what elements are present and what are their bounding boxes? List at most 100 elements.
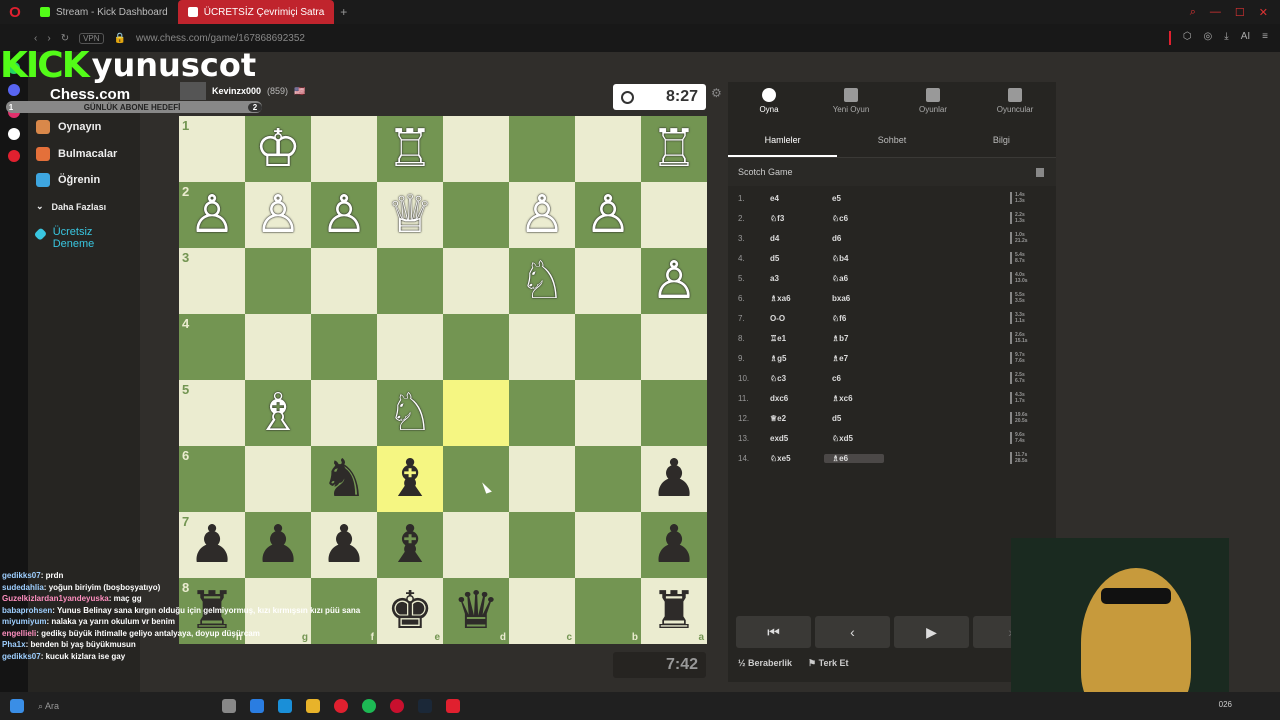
folder-icon[interactable] bbox=[306, 699, 320, 713]
board-square[interactable] bbox=[575, 380, 641, 446]
board-square[interactable] bbox=[377, 314, 443, 380]
recorder-icon[interactable] bbox=[446, 699, 460, 713]
white-move[interactable]: a3 bbox=[762, 274, 824, 283]
chess-piece[interactable]: ♟ bbox=[321, 519, 368, 571]
chat-username[interactable]: miyumiyum bbox=[2, 617, 46, 626]
chess-piece[interactable]: ♜ bbox=[651, 585, 698, 637]
opponent-name[interactable]: Kevinzx000 bbox=[212, 86, 261, 96]
chess-piece[interactable]: ♛ bbox=[453, 585, 500, 637]
sidebar-item-free-trial[interactable]: Ücretsiz Deneme bbox=[33, 226, 126, 250]
chess-piece[interactable]: ♟ bbox=[255, 519, 302, 571]
board-square[interactable]: ♟ bbox=[311, 512, 377, 578]
previous-move-button[interactable]: ‹ bbox=[815, 616, 890, 648]
black-move[interactable]: ♗e7 bbox=[824, 354, 884, 363]
chat-username[interactable]: Guzelkizlardan1yandeyuska bbox=[2, 594, 109, 603]
board-square[interactable]: ♘ bbox=[377, 380, 443, 446]
draw-button[interactable]: ½ Beraberlik bbox=[738, 658, 792, 669]
board-square[interactable]: ♖ bbox=[377, 116, 443, 182]
maximize-button[interactable]: ☐ bbox=[1235, 6, 1245, 19]
search-icon[interactable]: ⌕ bbox=[1190, 6, 1196, 19]
chess-piece[interactable]: ♕ bbox=[387, 189, 434, 241]
board-square[interactable] bbox=[443, 182, 509, 248]
url-field[interactable]: www.chess.com/game/167868692352 bbox=[136, 33, 305, 44]
board-square[interactable] bbox=[575, 314, 641, 380]
board-square[interactable] bbox=[509, 116, 575, 182]
close-button[interactable]: ✕ bbox=[1259, 6, 1268, 19]
board-square[interactable]: ♙ bbox=[509, 182, 575, 248]
board-square[interactable]: ♕ bbox=[377, 182, 443, 248]
board-square[interactable] bbox=[509, 314, 575, 380]
chess-piece[interactable]: ♞ bbox=[321, 453, 368, 505]
app-icon[interactable] bbox=[250, 699, 264, 713]
board-square[interactable] bbox=[443, 248, 509, 314]
chess-piece[interactable]: ♗ bbox=[255, 387, 302, 439]
black-move[interactable]: d5 bbox=[824, 414, 884, 423]
white-move[interactable]: exd5 bbox=[762, 434, 824, 443]
white-move[interactable]: dxc6 bbox=[762, 394, 824, 403]
white-move[interactable]: d4 bbox=[762, 234, 824, 243]
ai-button[interactable]: AI bbox=[1241, 31, 1250, 45]
chat-username[interactable]: engellieli bbox=[2, 629, 36, 638]
chat-username[interactable]: sudedahlia bbox=[2, 583, 44, 592]
white-move[interactable]: ♗xa6 bbox=[762, 294, 824, 303]
forward-icon[interactable]: › bbox=[47, 33, 50, 44]
tab-chess[interactable]: ÜCRETSİZ Çevrimiçi Satra bbox=[177, 0, 335, 24]
opera-logo-icon[interactable]: O bbox=[0, 4, 30, 21]
board-square[interactable] bbox=[245, 314, 311, 380]
sidebar-item-more[interactable]: ⌄ Daha Fazlası bbox=[36, 201, 106, 212]
board-square[interactable]: 2 ♙ bbox=[179, 182, 245, 248]
chat-username[interactable]: gedikks07 bbox=[2, 571, 41, 580]
board-square[interactable] bbox=[443, 446, 509, 512]
board-square[interactable]: ♙ bbox=[311, 182, 377, 248]
board-square[interactable] bbox=[509, 380, 575, 446]
board-square[interactable]: ♙ bbox=[641, 248, 707, 314]
chess-piece[interactable]: ♚ bbox=[387, 585, 434, 637]
board-square[interactable] bbox=[377, 248, 443, 314]
black-move[interactable]: ♘a6 bbox=[824, 274, 884, 283]
avatar[interactable] bbox=[180, 82, 206, 100]
play-button[interactable]: ▶ bbox=[894, 616, 969, 648]
white-move[interactable]: d5 bbox=[762, 254, 824, 263]
board-square[interactable]: ♝ bbox=[377, 512, 443, 578]
steam-icon[interactable] bbox=[418, 699, 432, 713]
tab-play[interactable]: Oyna bbox=[728, 82, 810, 122]
black-move[interactable]: ♗xc6 bbox=[824, 394, 884, 403]
board-square[interactable] bbox=[311, 248, 377, 314]
board-square[interactable]: ♞ bbox=[311, 446, 377, 512]
new-tab-button[interactable]: + bbox=[334, 5, 353, 19]
board-square[interactable] bbox=[509, 512, 575, 578]
board-square[interactable] bbox=[311, 314, 377, 380]
board-square[interactable] bbox=[641, 314, 707, 380]
board-square[interactable] bbox=[575, 512, 641, 578]
board-square[interactable] bbox=[245, 248, 311, 314]
chess-piece[interactable]: ♟ bbox=[189, 519, 236, 571]
chess-piece[interactable]: ♖ bbox=[387, 123, 434, 175]
subtab-chat[interactable]: Sohbet bbox=[837, 122, 946, 157]
chess-piece[interactable]: ♙ bbox=[585, 189, 632, 241]
board-square[interactable] bbox=[575, 446, 641, 512]
book-icon[interactable] bbox=[1036, 167, 1044, 177]
chess-piece[interactable]: ♝ bbox=[387, 453, 434, 505]
black-move[interactable]: ♘xd5 bbox=[824, 434, 884, 443]
board-square[interactable]: ♔ bbox=[245, 116, 311, 182]
extensions-icon[interactable]: ⬡ bbox=[1183, 31, 1192, 45]
chess-piece[interactable]: ♟ bbox=[651, 453, 698, 505]
board-square[interactable]: b bbox=[575, 578, 641, 644]
black-move[interactable]: ♗e6 bbox=[824, 453, 884, 463]
black-move[interactable]: d6 bbox=[824, 234, 884, 243]
board-square[interactable]: 1 bbox=[179, 116, 245, 182]
board-square[interactable]: ♟ bbox=[641, 446, 707, 512]
spotify-icon[interactable] bbox=[362, 699, 376, 713]
white-move[interactable]: ♕e2 bbox=[762, 414, 824, 423]
chess-piece[interactable]: ♙ bbox=[321, 189, 368, 241]
settings-icon[interactable] bbox=[8, 150, 20, 162]
board-square[interactable]: a ♜ bbox=[641, 578, 707, 644]
black-move[interactable]: bxa6 bbox=[824, 294, 884, 303]
resign-button[interactable]: ⚑ Terk Et bbox=[808, 658, 848, 669]
board-square[interactable]: ♙ bbox=[575, 182, 641, 248]
board-square[interactable] bbox=[443, 314, 509, 380]
subtab-info[interactable]: Bilgi bbox=[947, 122, 1056, 157]
download-icon[interactable]: ⤓ bbox=[1224, 31, 1228, 45]
board-square[interactable]: e ♚ bbox=[377, 578, 443, 644]
board-square[interactable]: 6 bbox=[179, 446, 245, 512]
